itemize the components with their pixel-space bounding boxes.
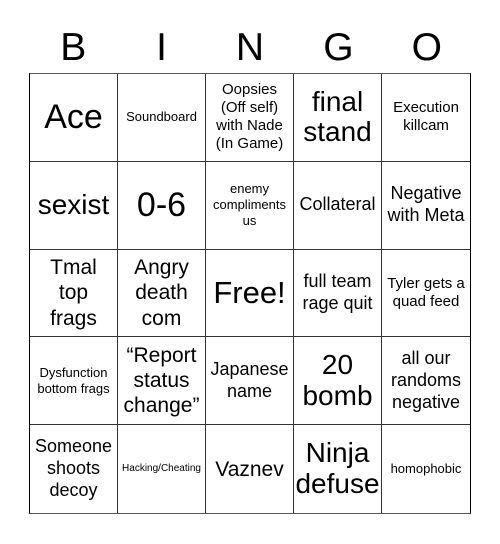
- bingo-cell[interactable]: full team rage quit: [294, 249, 382, 338]
- bingo-cell[interactable]: homophobic: [382, 425, 470, 513]
- bingo-cell[interactable]: sexist: [30, 161, 118, 250]
- bingo-cell[interactable]: final stand: [294, 74, 382, 162]
- bingo-cell[interactable]: Soundboard: [118, 74, 206, 162]
- bingo-cell[interactable]: Someone shoots decoy: [30, 425, 118, 513]
- bingo-cell[interactable]: all our randoms negative: [382, 337, 470, 426]
- bingo-cell[interactable]: Oopsies (Off self) with Nade (In Game): [206, 74, 294, 162]
- bingo-cell[interactable]: Hacking/Cheating: [118, 425, 206, 513]
- bingo-header: B I N G O: [29, 22, 471, 72]
- header-letter-b: B: [60, 25, 87, 69]
- bingo-cell[interactable]: 0-6: [118, 161, 206, 250]
- header-letter-n: N: [235, 25, 265, 69]
- bingo-cell[interactable]: Tyler gets a quad feed: [382, 250, 470, 338]
- bingo-cell[interactable]: Ninja defuse: [294, 425, 382, 513]
- bingo-cell[interactable]: “Report status change”: [118, 337, 206, 426]
- header-letter-i: I: [156, 25, 168, 69]
- header-letter-g: G: [323, 25, 354, 69]
- bingo-cell[interactable]: enemy compliments us: [206, 161, 294, 250]
- bingo-cell[interactable]: Execution killcam: [382, 74, 470, 162]
- bingo-cell[interactable]: Angry death com: [118, 249, 206, 338]
- bingo-cell[interactable]: Negative with Meta: [382, 162, 470, 250]
- bingo-board: Ace Soundboard Oopsies (Off self) with N…: [29, 73, 471, 514]
- bingo-cell[interactable]: Collateral: [294, 161, 382, 250]
- bingo-cell[interactable]: Vaznev: [206, 425, 294, 513]
- bingo-cell[interactable]: Ace: [30, 74, 118, 162]
- bingo-cell[interactable]: 20 bomb: [294, 337, 382, 426]
- bingo-cell[interactable]: Tmal top frags: [30, 249, 118, 338]
- header-letter-o: O: [411, 25, 442, 69]
- bingo-cell[interactable]: Dysfunction bottom frags: [30, 337, 118, 426]
- free-space-cell[interactable]: Free!: [206, 249, 294, 338]
- bingo-cell[interactable]: Japanese name: [206, 337, 294, 426]
